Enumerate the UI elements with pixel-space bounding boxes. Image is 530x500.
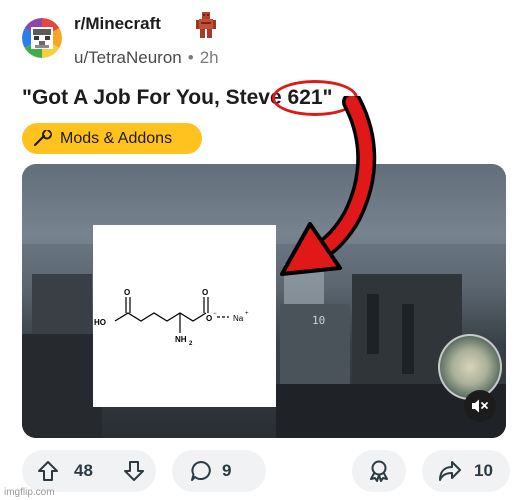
separator-dot: • [187,48,194,67]
comment-bubble-icon [191,461,211,481]
subreddit-name[interactable]: r/Minecraft [74,14,161,34]
subreddit-avatar[interactable] [22,18,62,58]
arrow-up-icon[interactable] [36,459,60,483]
red-curved-arrow [280,96,377,276]
award-button[interactable] [352,450,406,492]
arrow-down-icon[interactable] [122,459,146,483]
ho-label: HO [94,318,106,327]
vote-control: 48 [22,450,156,492]
speaker-muted-icon [472,399,488,413]
block-terrain [22,334,102,438]
o-minus-label: O [206,314,212,323]
imgflip-watermark: imgflip.com [4,487,55,498]
block-pillar [367,294,379,354]
o-top-left: O [124,288,130,297]
author-name[interactable]: u/TetraNeuron [74,48,182,67]
nh2-label: NH [175,335,187,344]
o-top-right: O [202,288,208,297]
author-line: u/TetraNeuron • 2h [74,48,219,68]
post-header: r/Minecraft u/TetraNeuron • 2h [22,12,512,72]
nh2-subscript: 2 [189,341,193,347]
share-arrow-icon [439,461,461,481]
comments-button[interactable]: 9 [172,450,266,492]
minimap [438,334,502,400]
post-age: 2h [199,48,219,67]
wrench-icon [33,129,52,146]
share-button[interactable]: 10 [422,450,510,492]
vote-score: 48 [74,461,93,480]
flair-label: Mods & Addons [60,129,173,147]
post-flair[interactable]: Mods & Addons [22,123,202,154]
award-icon [370,460,388,482]
hud-number: 10 [312,314,326,327]
chemical-structure-image: HO O O O − Na + NH 2 [93,225,276,407]
block-pillar [402,304,414,374]
minecraft-logo-icon [22,18,62,58]
minus-sign: − [213,311,217,317]
block-terrain [32,274,92,334]
action-bar: 48 9 10 [22,450,512,492]
na-label: Na [233,314,244,323]
user-flair-icon [196,12,216,38]
mute-button[interactable] [464,390,496,422]
share-count: 10 [474,461,493,480]
msg-molecule-diagram: HO O O O − Na + NH 2 [94,288,249,347]
plus-sign: + [245,311,249,317]
comment-count: 9 [222,461,232,480]
